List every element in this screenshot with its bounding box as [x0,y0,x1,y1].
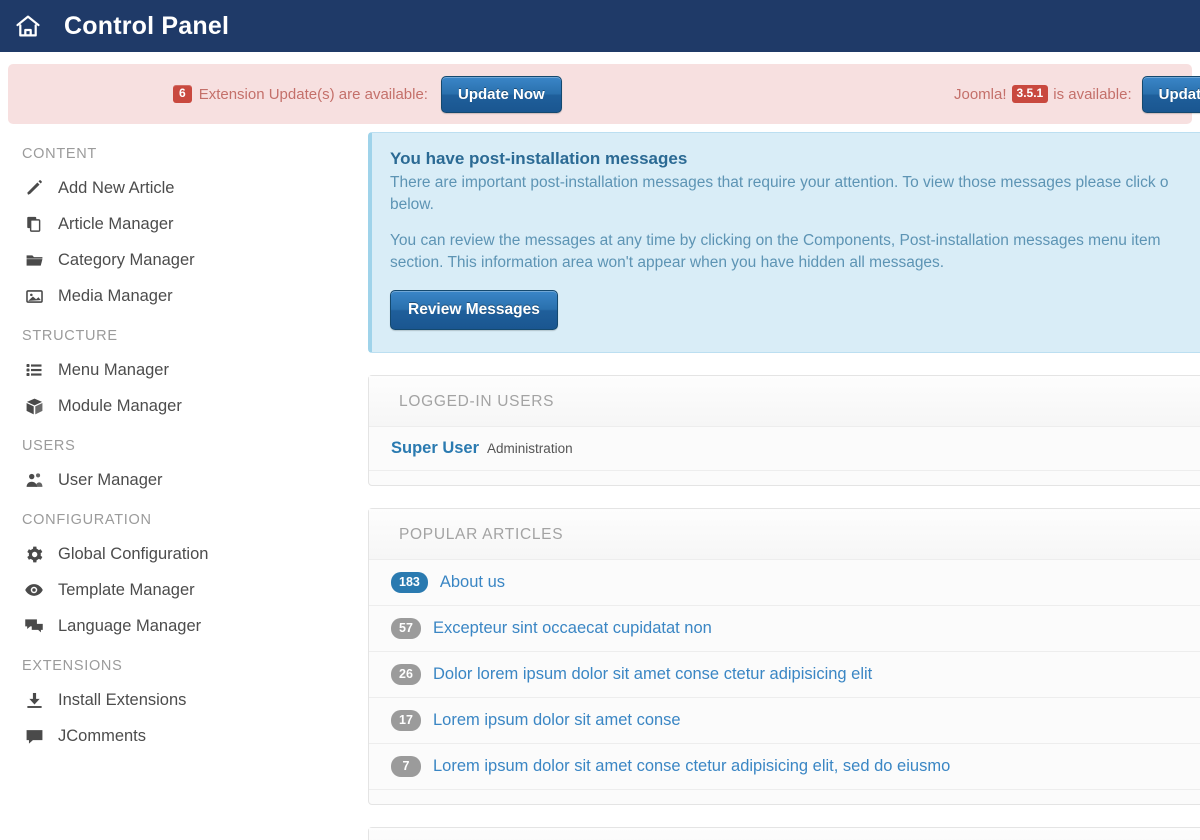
folder-icon [22,249,46,271]
sidebar-item-jcomments[interactable]: JComments [0,718,368,754]
comment-icon [22,725,46,747]
download-icon [22,689,46,711]
main-column: You have post-installation messages Ther… [368,124,1200,840]
comments-icon [22,615,46,637]
sidebar-item-label: Category Manager [58,251,195,270]
extension-update-notice: 6 Extension Update(s) are available: Upd… [173,76,562,113]
post-install-title: You have post-installation messages [390,149,1200,169]
sidebar-item-label: Menu Manager [58,361,169,380]
sidebar-item-label: Media Manager [58,287,173,306]
table-row[interactable]: 183 About us [369,560,1200,606]
post-install-paragraph-2: You can review the messages at any time … [390,230,1200,252]
update-alert-bar: 6 Extension Update(s) are available: Upd… [8,64,1192,124]
joomla-version-badge: 3.5.1 [1012,85,1049,103]
sidebar-group-structure-label: STRUCTURE [0,314,368,352]
card-footer-spacer [369,790,1200,804]
sidebar-item-add-new-article[interactable]: Add New Article [0,170,368,206]
recently-added-articles-card: RECENTLY ADDED ARTICLES [368,827,1200,840]
article-link[interactable]: Lorem ipsum dolor sit amet conse [433,711,681,730]
sidebar-item-global-configuration[interactable]: Global Configuration [0,536,368,572]
table-row[interactable]: Super User Administration [369,427,1200,471]
gear-icon [22,543,46,565]
sidebar-item-label: Language Manager [58,617,201,636]
sidebar-group-content-label: CONTENT [0,132,368,170]
hit-count-badge: 17 [391,710,421,731]
sidebar-group-configuration-label: CONFIGURATION [0,498,368,536]
sidebar: CONTENT Add New Article Article Manager [0,124,368,754]
sidebar-group-extensions-label: EXTENSIONS [0,644,368,682]
sidebar-item-language-manager[interactable]: Language Manager [0,608,368,644]
post-installation-messages-panel: You have post-installation messages Ther… [368,132,1200,353]
sidebar-item-label: Global Configuration [58,545,208,564]
card-footer-spacer [369,471,1200,485]
logged-in-users-card: LOGGED-IN USERS Super User Administratio… [368,375,1200,486]
joomla-update-button[interactable]: Update [1142,76,1200,113]
sidebar-item-install-extensions[interactable]: Install Extensions [0,682,368,718]
sidebar-item-label: User Manager [58,471,163,490]
content-area: CONTENT Add New Article Article Manager [0,124,1200,840]
table-row[interactable]: 57 Excepteur sint occaecat cupidatat non [369,606,1200,652]
article-link[interactable]: Lorem ipsum dolor sit amet conse ctetur … [433,757,950,776]
hit-count-badge: 183 [391,572,428,593]
article-link[interactable]: Dolor lorem ipsum dolor sit amet conse c… [433,665,872,684]
hit-count-badge: 57 [391,618,421,639]
list-icon [22,359,46,381]
sidebar-item-user-manager[interactable]: User Manager [0,462,368,498]
image-icon [22,285,46,307]
sidebar-item-media-manager[interactable]: Media Manager [0,278,368,314]
logged-in-users-title: LOGGED-IN USERS [369,376,1200,427]
copy-icon [22,213,46,235]
post-install-paragraph-1-cont: below. [390,194,1200,216]
article-link[interactable]: Excepteur sint occaecat cupidatat non [433,619,712,638]
app-header: Control Panel [0,0,1200,52]
table-row[interactable]: 17 Lorem ipsum dolor sit amet conse [369,698,1200,744]
post-install-paragraph-1: There are important post-installation me… [390,172,1200,194]
sidebar-item-label: Install Extensions [58,691,186,710]
paragraph-spacer [390,216,1200,230]
sidebar-item-template-manager[interactable]: Template Manager [0,572,368,608]
sidebar-item-label: Add New Article [58,179,174,198]
table-row[interactable]: 26 Dolor lorem ipsum dolor sit amet cons… [369,652,1200,698]
sidebar-item-label: JComments [58,727,146,746]
article-link[interactable]: About us [440,573,505,592]
user-name[interactable]: Super User [391,439,479,458]
post-install-paragraph-2-cont: section. This information area won't app… [390,252,1200,274]
hit-count-badge: 7 [391,756,421,777]
joomla-label: Joomla! [954,86,1007,103]
sidebar-item-article-manager[interactable]: Article Manager [0,206,368,242]
hit-count-badge: 26 [391,664,421,685]
users-icon [22,469,46,491]
sidebar-group-users-label: USERS [0,424,368,462]
eye-icon [22,579,46,601]
joomla-update-notice: Joomla! 3.5.1 is available: Update [954,76,1200,113]
page-title: Control Panel [64,12,229,41]
sidebar-item-module-manager[interactable]: Module Manager [0,388,368,424]
table-row[interactable]: 7 Lorem ipsum dolor sit amet conse ctetu… [369,744,1200,790]
update-alert-wrap: 6 Extension Update(s) are available: Upd… [0,52,1200,124]
update-now-button[interactable]: Update Now [441,76,562,113]
sidebar-item-label: Article Manager [58,215,174,234]
sidebar-item-label: Module Manager [58,397,182,416]
cube-icon [22,395,46,417]
home-icon[interactable] [14,12,42,40]
popular-articles-title: POPULAR ARTICLES [369,509,1200,560]
sidebar-item-label: Template Manager [58,581,195,600]
extension-update-count-badge: 6 [173,85,192,103]
recently-added-articles-title: RECENTLY ADDED ARTICLES [369,828,1200,840]
sidebar-item-menu-manager[interactable]: Menu Manager [0,352,368,388]
joomla-available-text: is available: [1053,86,1131,103]
popular-articles-card: POPULAR ARTICLES 183 About us 57 Excepte… [368,508,1200,805]
sidebar-item-category-manager[interactable]: Category Manager [0,242,368,278]
pencil-icon [22,177,46,199]
review-messages-button[interactable]: Review Messages [390,290,558,330]
user-role: Administration [487,441,573,456]
extension-update-text: Extension Update(s) are available: [199,86,428,103]
